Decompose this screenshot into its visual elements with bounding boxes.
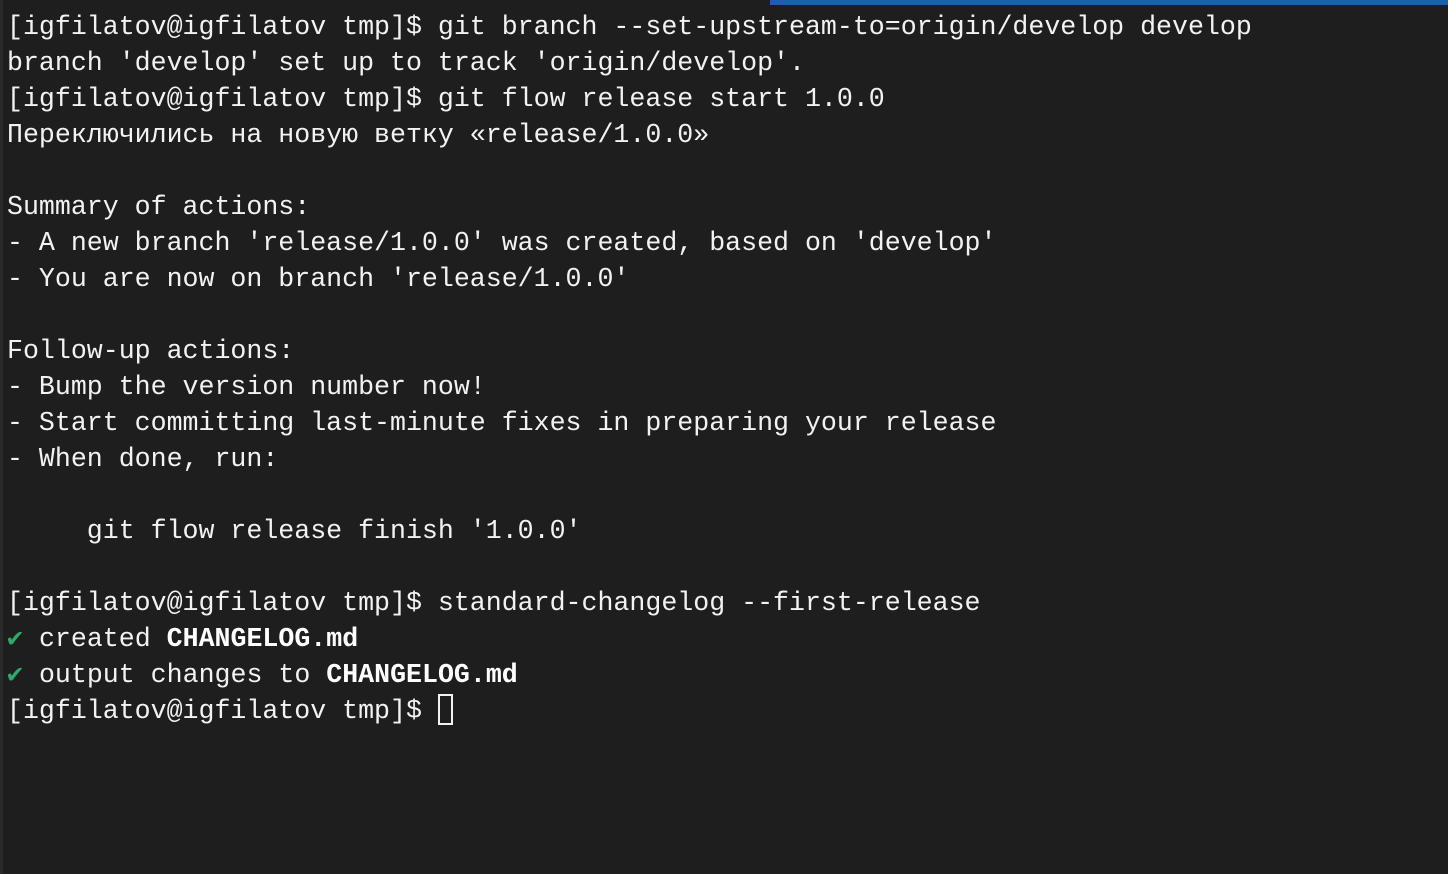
window-accent-bar xyxy=(770,0,1448,5)
terminal-line: Summary of actions: xyxy=(7,192,311,222)
output-text: output changes to xyxy=(23,660,327,690)
terminal-line: [igfilatov@igfilatov tmp]$ standard-chan… xyxy=(7,588,981,618)
created-text: created xyxy=(23,624,167,654)
terminal-line: - Bump the version number now! xyxy=(7,372,486,402)
check-icon: ✔ xyxy=(7,624,24,654)
terminal-line: Follow-up actions: xyxy=(7,336,295,366)
terminal-line: - When done, run: xyxy=(7,444,279,474)
terminal-line: branch 'develop' set up to track 'origin… xyxy=(7,48,805,78)
prompt: [igfilatov@igfilatov tmp]$ xyxy=(7,696,438,726)
terminal-line: git flow release finish '1.0.0' xyxy=(7,516,582,546)
terminal-cursor[interactable] xyxy=(437,694,453,725)
left-window-edge xyxy=(0,0,3,874)
terminal-output[interactable]: [igfilatov@igfilatov tmp]$ git branch --… xyxy=(7,9,1252,729)
terminal-line-created: ✔ created CHANGELOG.md xyxy=(7,621,1252,657)
terminal-line: [igfilatov@igfilatov tmp]$ git branch --… xyxy=(7,12,1252,42)
terminal-prompt-line[interactable]: [igfilatov@igfilatov tmp]$ xyxy=(7,693,1252,729)
terminal-line-output: ✔ output changes to CHANGELOG.md xyxy=(7,657,1252,693)
check-icon: ✔ xyxy=(7,660,24,690)
terminal-line: - Start committing last-minute fixes in … xyxy=(7,408,997,438)
terminal-line: Переключились на новую ветку «release/1.… xyxy=(7,120,710,150)
terminal-line: - You are now on branch 'release/1.0.0' xyxy=(7,264,630,294)
created-file: CHANGELOG.md xyxy=(166,624,359,654)
terminal-line: [igfilatov@igfilatov tmp]$ git flow rele… xyxy=(7,84,885,114)
output-file: CHANGELOG.md xyxy=(326,660,518,690)
terminal-line: - A new branch 'release/1.0.0' was creat… xyxy=(7,228,997,258)
